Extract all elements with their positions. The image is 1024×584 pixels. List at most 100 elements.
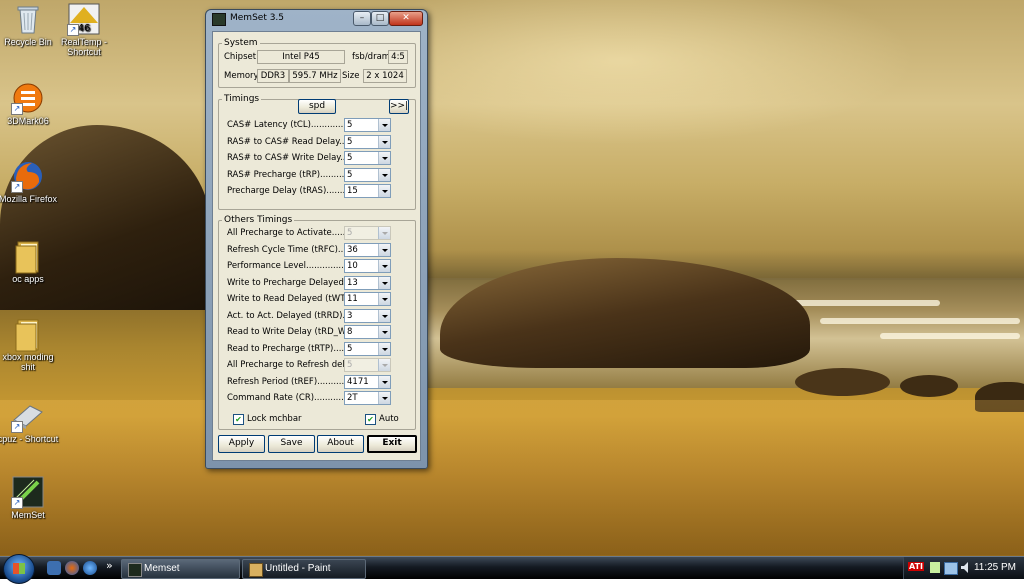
paint-icon <box>249 563 263 577</box>
dropdown-arrow-icon[interactable] <box>378 227 390 239</box>
timing-select[interactable]: 5 <box>344 151 391 165</box>
timing-value: 4171 <box>347 376 369 387</box>
dropdown-arrow-icon[interactable] <box>378 359 390 371</box>
timing-value: 15 <box>347 186 358 196</box>
dropdown-arrow-icon[interactable] <box>378 185 390 197</box>
desktop-icon-recycle-bin[interactable]: Recycle Bin <box>0 3 59 47</box>
timing-value: 3 <box>347 310 353 321</box>
desktop-icon-realtemp[interactable]: 46 ↗ RealTemp - Shortcut <box>53 3 115 57</box>
firefox-quicklaunch-icon[interactable] <box>65 561 79 575</box>
dropdown-arrow-icon[interactable] <box>378 392 390 404</box>
desktop-icon-memset[interactable]: ↗ MemSet <box>0 476 59 520</box>
dropdown-arrow-icon[interactable] <box>378 326 390 338</box>
internet-explorer-icon[interactable] <box>83 561 97 575</box>
maximize-button[interactable]: □ <box>371 11 389 26</box>
icon-label: oc apps <box>12 274 44 284</box>
desktop-icon-xbox-moding[interactable]: xbox moding shit <box>0 318 59 372</box>
timing-select[interactable]: 5 <box>344 118 391 132</box>
timing-select[interactable]: 10 <box>344 259 391 273</box>
timing-select[interactable]: 15 <box>344 184 391 198</box>
quicklaunch-overflow-chevron[interactable]: » <box>106 559 113 572</box>
desktop-icon-cpuz[interactable]: ↗ cpuz - Shortcut <box>0 400 59 444</box>
ati-tray-icon[interactable]: ATI <box>908 562 925 571</box>
lock-mchbar-checkbox[interactable]: ✔ <box>233 414 244 425</box>
save-button[interactable]: Save <box>268 435 315 453</box>
dropdown-arrow-icon[interactable] <box>378 243 390 256</box>
timing-select[interactable]: 4171 <box>344 374 391 389</box>
rock-small <box>900 375 958 397</box>
timing-label: CAS# Latency (tCL)............... <box>227 120 352 130</box>
desktop[interactable]: Recycle Bin 46 ↗ RealTemp - Shortcut ↗ 3… <box>0 0 1024 578</box>
timing-select[interactable]: 8 <box>344 325 391 339</box>
size-value: 2 x 1024 <box>363 69 407 83</box>
window-title: MemSet 3.5 <box>230 13 285 23</box>
icon-label: Recycle Bin <box>4 37 52 47</box>
icon-label: Mozilla Firefox <box>0 194 57 204</box>
taskbar: » Memset Untitled - Paint ATI 11:25 PM <box>0 554 1024 584</box>
svg-text:46: 46 <box>78 23 91 34</box>
exit-button[interactable]: Exit <box>367 435 417 453</box>
expand-button[interactable]: >>| <box>389 99 409 114</box>
apply-button[interactable]: Apply <box>218 435 265 453</box>
timing-value: 5 <box>347 343 353 354</box>
dropdown-arrow-icon[interactable] <box>378 260 390 272</box>
memory-label: Memory <box>224 71 259 81</box>
taskbar-item-paint[interactable]: Untitled - Paint <box>242 559 366 579</box>
timing-value: 5 <box>347 169 353 180</box>
dropdown-arrow-icon[interactable] <box>378 293 390 305</box>
memory-type-value: DDR3 <box>257 69 289 83</box>
close-button[interactable]: ✕ <box>389 11 423 26</box>
chipset-value: Intel P45 <box>257 50 345 64</box>
dropdown-arrow-icon[interactable] <box>378 135 390 148</box>
timing-label: RAS# Precharge (tRP)............. <box>227 169 356 180</box>
timing-select[interactable]: 2T <box>344 391 391 405</box>
desktop-icon-3dmark06[interactable]: ↗ 3DMark06 <box>0 82 59 126</box>
icon-label: 3DMark06 <box>7 116 49 126</box>
icon-label: RealTemp - Shortcut <box>60 37 107 57</box>
dropdown-arrow-icon[interactable] <box>378 342 390 355</box>
timing-value: 11 <box>347 294 358 304</box>
memset-icon <box>128 563 142 577</box>
timing-select: 5 <box>344 226 391 240</box>
window-client-area: System Chipset Intel P45 fsb/dram 4:5 Me… <box>212 31 421 461</box>
volume-icon[interactable] <box>961 562 971 573</box>
shortcut-arrow-icon: ↗ <box>11 103 23 115</box>
timing-select: 5 <box>344 358 391 372</box>
firefox-icon: ↗ <box>11 160 44 193</box>
timing-select[interactable]: 5 <box>344 134 391 149</box>
dropdown-arrow-icon[interactable] <box>378 375 390 388</box>
dropdown-arrow-icon[interactable] <box>378 168 390 181</box>
timing-value: 5 <box>347 136 353 147</box>
timing-value: 2T <box>347 393 358 403</box>
desktop-icon-firefox[interactable]: ↗ Mozilla Firefox <box>0 160 59 204</box>
minimize-button[interactable]: – <box>353 11 371 26</box>
timing-value: 5 <box>347 120 353 130</box>
taskbar-item-memset[interactable]: Memset <box>121 559 240 579</box>
timing-select[interactable]: 5 <box>344 341 391 356</box>
start-button[interactable] <box>3 554 35 584</box>
show-desktop-icon[interactable] <box>47 561 61 575</box>
dropdown-arrow-icon[interactable] <box>378 309 390 322</box>
about-button[interactable]: About <box>317 435 364 453</box>
timing-select[interactable]: 5 <box>344 167 391 182</box>
spd-button[interactable]: spd <box>298 99 336 114</box>
dropdown-arrow-icon[interactable] <box>378 119 390 131</box>
timing-select[interactable]: 13 <box>344 275 391 290</box>
dropdown-arrow-icon[interactable] <box>378 276 390 289</box>
timing-select[interactable]: 36 <box>344 242 391 257</box>
network-icon[interactable] <box>944 562 958 575</box>
checkmark-icon: ✔ <box>235 415 242 424</box>
title-bar[interactable]: MemSet 3.5 – □ ✕ <box>206 10 427 28</box>
timing-select[interactable]: 3 <box>344 308 391 323</box>
realtemp-icon: 46 ↗ <box>67 3 100 36</box>
tray-app-icon[interactable] <box>930 562 940 573</box>
timing-label: RAS# to CAS# Read Delay........ <box>227 136 361 147</box>
memset-window[interactable]: MemSet 3.5 – □ ✕ System Chipset Intel P4… <box>205 9 428 469</box>
dropdown-arrow-icon[interactable] <box>378 152 390 164</box>
timing-label: RAS# to CAS# Write Delay....... <box>227 153 360 163</box>
clock[interactable]: 11:25 PM <box>974 562 1016 573</box>
auto-checkbox[interactable]: ✔ <box>365 414 376 425</box>
timing-select[interactable]: 11 <box>344 292 391 306</box>
desktop-icon-oc-apps[interactable]: oc apps <box>0 240 59 284</box>
wet-sand <box>0 400 1024 555</box>
